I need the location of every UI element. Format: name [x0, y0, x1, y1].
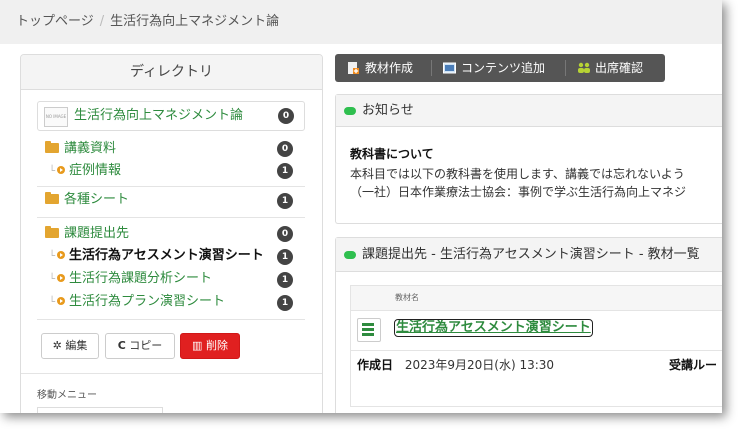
assignment-header-label: 課題提出先 - 生活行為アセスメント演習シート - 教材一覧: [362, 247, 700, 262]
attendance-button[interactable]: 出席確認: [577, 54, 643, 82]
assignment-panel: 課題提出先 - 生活行為アセスメント演習シート - 教材一覧 教材名 生活行為ア…: [335, 237, 722, 413]
play-circle-icon: [57, 166, 66, 174]
folder-icon: [45, 141, 59, 153]
folder-icon: [45, 226, 59, 238]
breadcrumb-current: 生活行為向上マネジメント論: [110, 14, 280, 29]
add-content-button[interactable]: コンテンツ追加: [443, 54, 545, 82]
tree-item-plan-sheet[interactable]: └ 生活行為プラン演習シート: [49, 293, 225, 311]
tree-item-label: 生活行為アセスメント演習シート: [69, 248, 264, 263]
directory-panel: ディレクトリ NO IMAGE 生活行為向上マネジメント論 0 講義資料 0 └…: [20, 54, 323, 413]
tree-item-label: 各種シート: [64, 192, 130, 207]
users-icon: [577, 56, 590, 73]
tree-item-label: 症例情報: [69, 163, 122, 178]
directory-header: ディレクトリ: [21, 55, 322, 90]
add-content-label: コンテンツ追加: [461, 61, 546, 75]
tree-item-label: 講義資料: [64, 141, 117, 156]
divider: [37, 217, 305, 218]
tree-item-task-analysis-sheet[interactable]: └ 生活行為課題分析シート: [49, 270, 212, 288]
divider: [37, 186, 305, 187]
count-badge: 1: [277, 163, 293, 179]
assignment-header: 課題提出先 - 生活行為アセスメント演習シート - 教材一覧: [336, 238, 722, 272]
attendance-label: 出席確認: [595, 61, 644, 75]
play-circle-icon: [57, 297, 66, 305]
tree-item-various-sheets[interactable]: 各種シート: [45, 191, 129, 209]
tree-item-assessment-sheet[interactable]: └ 生活行為アセスメント演習シート: [49, 247, 264, 265]
count-badge: 1: [277, 295, 293, 311]
breadcrumb: トップページ / 生活行為向上マネジメント論: [0, 0, 722, 44]
created-date-label: 作成日: [357, 358, 394, 372]
copy-button-label: コピー: [129, 339, 163, 352]
divider: [21, 373, 322, 374]
notice-title: 教科書について: [350, 147, 434, 161]
play-circle-icon: [57, 274, 66, 282]
copy-button[interactable]: C コピー: [105, 333, 175, 359]
delete-button-label: 削除: [205, 339, 228, 352]
toolbar-separator: [565, 60, 566, 76]
breadcrumb-home[interactable]: トップページ: [16, 14, 94, 29]
edit-button[interactable]: ✲ 編集: [41, 333, 99, 359]
move-menu-tabs[interactable]: [37, 407, 163, 413]
toolbar-separator: [431, 60, 432, 76]
new-document-icon: [347, 56, 359, 74]
course-thumbnail: NO IMAGE: [44, 107, 68, 127]
count-badge: 0: [277, 141, 293, 157]
notice-header-label: お知らせ: [362, 103, 414, 118]
copy-icon: C: [117, 339, 126, 352]
breadcrumb-separator: /: [99, 14, 105, 29]
count-badge: 1: [277, 249, 293, 265]
course-title[interactable]: 生活行為向上マネジメント論: [74, 102, 243, 130]
play-circle-icon: [57, 251, 66, 259]
table-row: 作成日 2023年9月20日(水) 13:30 受講ルー: [351, 350, 722, 379]
material-table: 教材名 生活行為アセスメント演習シート 作成日 2023年9月20日(水) 13…: [350, 285, 722, 407]
create-material-button[interactable]: 教材作成: [347, 54, 413, 82]
notice-panel: お知らせ 教科書について 本科目では以下の教科書を使用します、講義では忘れないよ…: [335, 94, 722, 224]
trash-icon: ▥: [192, 339, 203, 352]
image-icon: [443, 56, 456, 74]
tree-item-label: 生活行為プラン演習シート: [69, 294, 226, 309]
edit-button-label: 編集: [65, 339, 88, 352]
move-menu-label: 移動メニュー: [37, 390, 97, 401]
count-badge: 0: [278, 108, 294, 124]
delete-button[interactable]: ▥ 削除: [180, 333, 240, 359]
column-header-title: 教材名: [395, 293, 419, 302]
folder-icon: [45, 192, 59, 204]
course-item[interactable]: NO IMAGE 生活行為向上マネジメント論 0: [37, 101, 305, 131]
notice-header: お知らせ: [336, 95, 722, 127]
count-badge: 0: [277, 226, 293, 242]
table-header: 教材名: [351, 286, 722, 311]
course-route-label: 受講ルー: [669, 358, 718, 372]
count-badge: 1: [277, 193, 293, 209]
divider: [37, 319, 305, 320]
create-material-label: 教材作成: [365, 61, 414, 75]
tree-item-case-info[interactable]: └ 症例情報: [49, 162, 121, 180]
tree-item-label: 生活行為課題分析シート: [69, 271, 213, 286]
tree-item-lecture-materials[interactable]: 講義資料: [45, 140, 116, 158]
sheet-list-icon: [357, 318, 381, 342]
tree-item-assignment-submission[interactable]: 課題提出先: [45, 225, 129, 243]
gear-icon: ✲: [52, 339, 62, 352]
notice-line: （一社）日本作業療法士協会：事例で学ぶ生活行為向上マネジ: [350, 185, 687, 199]
toggle-pill-icon: [344, 251, 356, 259]
created-date-value: 2023年9月20日(水) 13:30: [404, 358, 555, 372]
toggle-pill-icon: [344, 107, 356, 115]
tree-item-label: 課題提出先: [64, 226, 130, 241]
notice-line: 本科目では以下の教科書を使用します、講義では忘れないよう: [350, 167, 685, 181]
toolbar: 教材作成 コンテンツ追加 出席確認: [335, 54, 665, 82]
material-title-link[interactable]: 生活行為アセスメント演習シート: [394, 319, 593, 337]
window: トップページ / 生活行為向上マネジメント論 ディレクトリ NO IMAGE 生活行…: [0, 0, 722, 413]
count-badge: 1: [277, 272, 293, 288]
